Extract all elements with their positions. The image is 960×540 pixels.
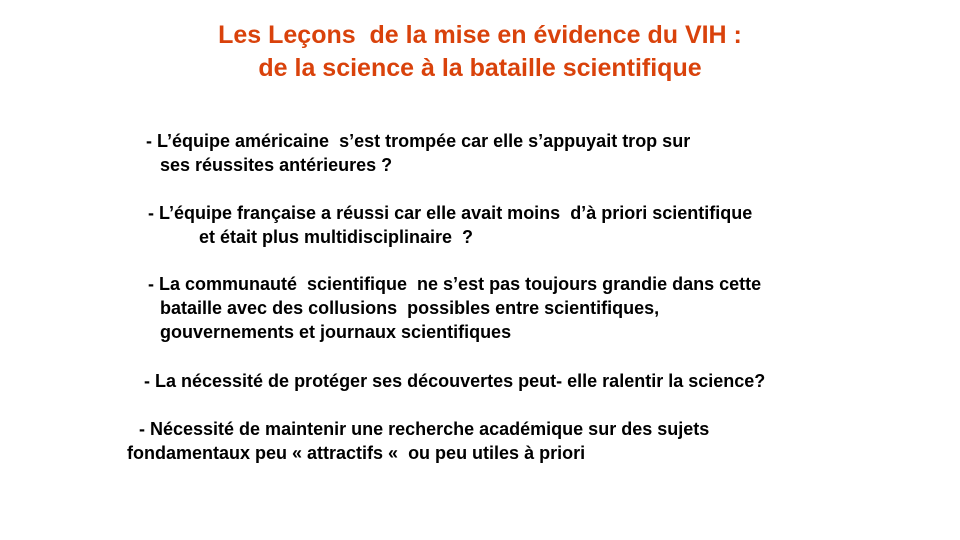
- slide-title-line-2: de la science à la bataille scientifique: [258, 54, 702, 82]
- bullet-1-line-2: ses réussites antérieures ?: [160, 155, 393, 175]
- bullet-4-line-1: - La nécessité de protéger ses découvert…: [144, 371, 766, 391]
- bullet-3-line-2: bataille avec des collusions possibles e…: [160, 298, 660, 318]
- bullet-3-line-3: gouvernements et journaux scientifiques: [160, 322, 512, 342]
- bullet-5-line-2: fondamentaux peu « attractifs « ou peu u…: [127, 443, 586, 463]
- slide: Les Leçons de la mise en évidence du VIH…: [0, 0, 960, 540]
- bullet-1-line-1: - L’équipe américaine s’est trompée car …: [146, 131, 691, 151]
- bullet-5-line-1: - Nécessité de maintenir une recherche a…: [139, 419, 710, 439]
- bullet-2-line-2: et était plus multidisciplinaire ?: [199, 227, 474, 247]
- bullet-2-line-1: - L’équipe française a réussi car elle a…: [148, 203, 753, 223]
- slide-title-line-1: Les Leçons de la mise en évidence du VIH…: [218, 21, 742, 49]
- slide-title: Les Leçons de la mise en évidence du VIH…: [0, 19, 960, 85]
- bullet-3-line-1: - La communauté scientifique ne s’est pa…: [148, 274, 762, 294]
